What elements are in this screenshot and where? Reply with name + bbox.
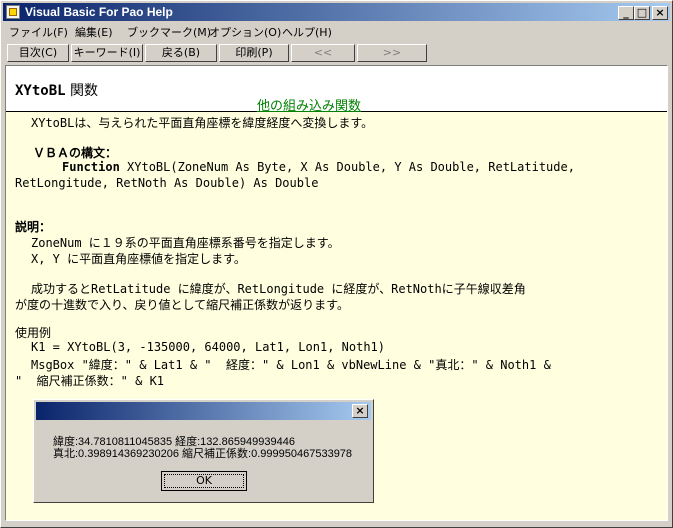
syntax-heading: ＶＢＡの構文： [33,146,118,160]
menu-options[interactable]: オプション(O) [209,24,281,40]
topic-function-name: XYtoBL [15,83,66,99]
msgbox-line-2: 真北:0.398914369230206 縮尺補正係数:0.9999504675… [53,448,353,460]
example-line-1: K1 = XYtoBL(3, -135000, 64000, Lat1, Lon… [31,340,386,354]
description-line-1: ZoneNum に１９系の平面直角座標系番号を指定します。 [31,236,340,250]
keyword-button[interactable]: キーワード(I) [71,44,143,62]
maximize-button[interactable]: □ [634,6,650,20]
syntax-line-2: RetLongitude, RetNoth As Double) As Doub… [15,176,319,190]
back-button[interactable]: 戻る(B) [145,44,217,62]
minimize-button[interactable]: _ [618,6,634,20]
menu-bar: ファイル(F) 編集(E) ブックマーク(M) オプション(O) ヘルプ(H) [3,22,670,41]
other-builtin-functions-link[interactable]: 他の組み込み関数 [257,95,361,114]
menu-edit[interactable]: 編集(E) [75,24,113,40]
description-heading: 説明： [15,220,52,234]
msgbox-title-bar: × [36,402,371,420]
menu-file[interactable]: ファイル(F) [9,24,68,40]
window-title: Visual Basic For Pao Help [25,5,173,19]
print-button[interactable]: 印刷(P) [219,44,289,62]
toolbar: 目次(C) キーワード(I) 戻る(B) 印刷(P) << >> [3,43,670,63]
intro-text: XYtoBLは、与えられた平面直角座標を緯度経度へ変換します。 [31,116,374,130]
syntax-line: Function XYtoBL(ZoneNum As Byte, X As Do… [62,160,575,174]
topic-header: XYtoBL 関数 他の組み込み関数 [6,66,667,114]
menu-help[interactable]: ヘルプ(H) [282,24,332,40]
msgbox-screenshot: × 緯度:34.7810811045835 経度:132.86594993944… [33,399,374,503]
msgbox-close-icon: × [352,404,368,418]
example-heading: 使用例 [15,326,52,340]
msgbox-ok-button: OK [161,471,247,491]
description-line-3: 成功するとRetLatitude に緯度が、RetLongitude に経度が、… [31,282,526,296]
syntax-keyword: Function [62,160,120,174]
description-line-4: が度の十進数で入り、戻り値として縮尺補正係数が返ります。 [15,298,349,312]
contents-button[interactable]: 目次(C) [7,44,69,62]
menu-bookmark[interactable]: ブックマーク(M) [127,24,211,40]
syntax-signature: XYtoBL(ZoneNum As Byte, X As Double, Y A… [119,160,575,174]
description-line-2: X, Y に平面直角座標値を指定します。 [31,252,246,266]
example-line-3: " 縮尺補正係数：" & K1 [15,374,165,388]
topic-title-suffix: 関数 [65,83,99,99]
prev-topic-button[interactable]: << [291,44,355,62]
close-button[interactable]: × [652,6,668,20]
example-line-2: MsgBox "緯度：" & Lat1 & " 経度：" & Lon1 & vb… [31,358,551,372]
title-bar[interactable]: Visual Basic For Pao Help _ □ × [3,3,670,21]
topic-title: XYtoBL 関数 [15,80,98,100]
next-topic-button[interactable]: >> [357,44,427,62]
help-book-icon [6,5,20,19]
help-window: Visual Basic For Pao Help _ □ × ファイル(F) … [0,0,673,528]
